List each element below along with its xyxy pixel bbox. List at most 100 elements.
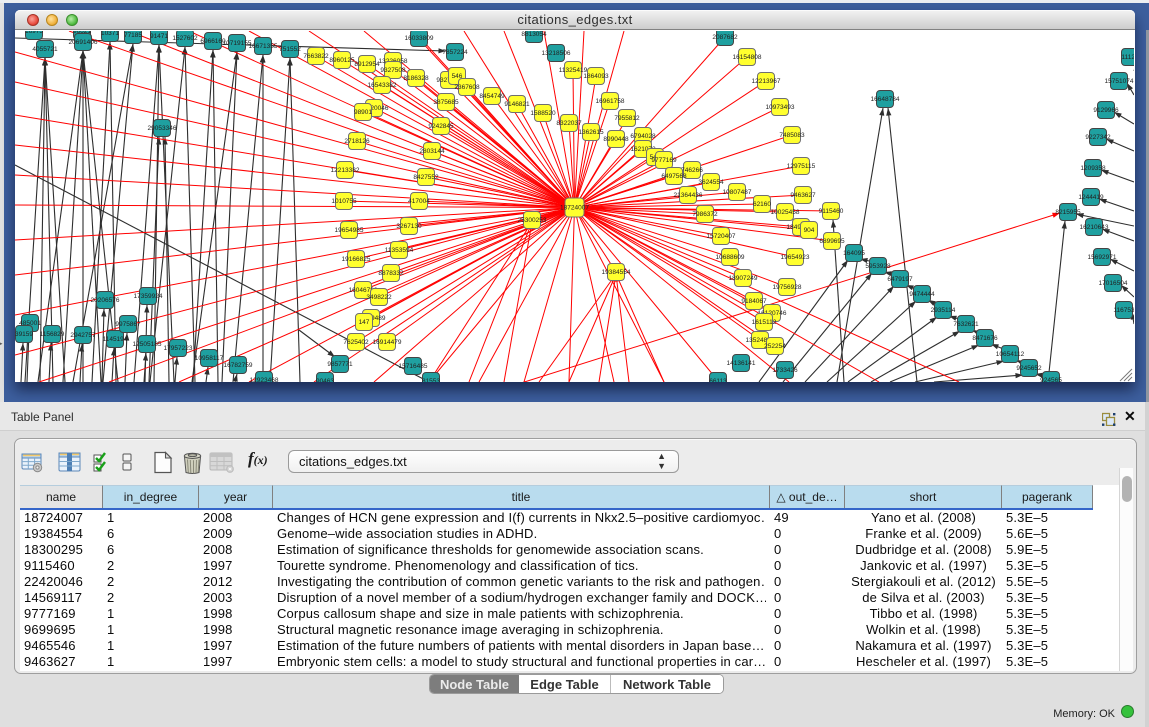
svg-text:10654112: 10654112 <box>996 351 1025 358</box>
svg-text:19166825: 19166825 <box>342 256 371 263</box>
svg-text:16648784: 16648784 <box>871 96 900 103</box>
svg-text:17359924: 17359924 <box>134 293 163 300</box>
svg-text:5953928: 5953928 <box>865 263 891 270</box>
svg-text:12213967: 12213967 <box>752 78 781 85</box>
svg-text:8186328: 8186328 <box>403 75 429 82</box>
svg-text:10807487: 10807487 <box>723 189 752 196</box>
svg-text:10958117: 10958117 <box>195 355 224 362</box>
svg-text:9857771: 9857771 <box>327 361 353 368</box>
svg-text:6794028: 6794028 <box>630 133 656 140</box>
svg-text:8454749: 8454749 <box>479 93 505 100</box>
svg-text:16210643: 16210643 <box>1080 224 1109 231</box>
svg-text:8813054: 8813054 <box>521 31 547 38</box>
svg-text:62160: 62160 <box>753 201 771 208</box>
svg-text:9474444: 9474444 <box>909 291 935 298</box>
svg-text:9777169: 9777169 <box>651 157 677 164</box>
svg-text:3498222: 3498222 <box>366 294 392 301</box>
svg-text:1588520: 1588520 <box>530 110 556 117</box>
svg-text:116753: 116753 <box>1113 307 1134 314</box>
svg-text:1145194: 1145194 <box>103 336 128 343</box>
svg-text:16961758: 16961758 <box>596 98 625 105</box>
svg-text:16914479: 16914479 <box>373 339 402 346</box>
svg-text:20691406: 20691406 <box>69 39 98 46</box>
svg-text:9115460: 9115460 <box>819 208 844 215</box>
svg-text:91471: 91471 <box>150 33 168 40</box>
svg-text:7857224: 7857224 <box>442 49 468 56</box>
svg-text:16671355: 16671355 <box>249 43 278 50</box>
svg-text:1244419: 1244419 <box>1078 194 1104 201</box>
svg-text:15720407: 15720407 <box>707 233 736 240</box>
svg-text:16154808: 16154808 <box>733 54 762 61</box>
svg-text:9146821: 9146821 <box>504 101 530 108</box>
svg-text:7625402: 7625402 <box>343 339 369 346</box>
svg-text:11125: 11125 <box>1121 54 1134 61</box>
svg-text:25300253: 25300253 <box>518 217 547 224</box>
svg-text:29053346: 29053346 <box>148 125 177 132</box>
svg-text:1527602: 1527602 <box>172 35 198 42</box>
svg-text:10688609: 10688609 <box>716 254 745 261</box>
svg-text:9327508: 9327508 <box>380 67 406 74</box>
svg-text:2935114: 2935114 <box>931 307 956 314</box>
svg-text:924565: 924565 <box>1040 377 1062 382</box>
svg-text:1864093: 1864093 <box>583 73 609 80</box>
svg-text:164095: 164095 <box>843 250 865 257</box>
svg-text:2718126: 2718126 <box>344 138 370 145</box>
svg-text:8471676: 8471676 <box>972 335 998 342</box>
svg-text:2803144: 2803144 <box>419 148 445 155</box>
svg-text:66113: 66113 <box>709 378 727 382</box>
svg-text:19756928: 19756928 <box>773 284 802 291</box>
svg-text:15751074: 15751074 <box>1105 78 1134 85</box>
svg-text:77185: 77185 <box>124 32 142 39</box>
svg-text:9129966: 9129966 <box>1093 107 1119 114</box>
svg-text:18907249: 18907249 <box>729 275 758 282</box>
svg-text:2367608: 2367608 <box>454 84 480 91</box>
svg-text:10025458: 10025458 <box>771 209 800 216</box>
svg-text:1733426: 1733426 <box>772 367 798 374</box>
svg-text:7485083: 7485083 <box>779 132 805 139</box>
svg-text:18724007: 18724007 <box>560 205 589 212</box>
svg-text:751552: 751552 <box>279 46 301 53</box>
svg-text:9227342: 9227342 <box>1085 134 1111 141</box>
svg-text:12505185: 12505185 <box>133 341 162 348</box>
svg-text:8215955: 8215955 <box>1055 209 1081 216</box>
svg-text:1156829: 1156829 <box>40 331 65 338</box>
svg-text:6899695: 6899695 <box>819 238 845 245</box>
svg-text:15692971: 15692971 <box>1088 254 1117 261</box>
svg-text:8322037: 8322037 <box>556 120 582 127</box>
svg-text:39159: 39159 <box>15 331 33 338</box>
svg-text:2087682: 2087682 <box>712 34 738 41</box>
svg-text:9184067: 9184067 <box>741 298 767 305</box>
svg-text:10973493: 10973493 <box>766 104 795 111</box>
svg-text:252254: 252254 <box>764 343 786 350</box>
svg-text:6497568: 6497568 <box>661 173 687 180</box>
svg-text:14136141: 14136141 <box>727 360 756 367</box>
svg-text:2942757: 2942757 <box>70 332 96 339</box>
svg-text:1010755: 1010755 <box>331 198 357 205</box>
svg-text:10371: 10371 <box>101 31 119 37</box>
svg-text:9245652: 9245652 <box>1016 365 1042 372</box>
svg-text:9463627: 9463627 <box>790 192 816 199</box>
svg-text:17016504: 17016504 <box>1099 280 1128 287</box>
svg-text:7632621: 7632621 <box>953 321 979 328</box>
svg-text:9242845: 9242845 <box>428 123 454 130</box>
svg-text:21364436: 21364436 <box>674 192 703 199</box>
svg-text:17957223: 17957223 <box>164 345 193 352</box>
svg-text:12923468: 12923468 <box>250 377 279 382</box>
svg-text:417004: 417004 <box>408 198 430 205</box>
svg-text:16975: 16975 <box>25 31 43 35</box>
svg-text:16543382: 16543382 <box>368 82 397 89</box>
svg-text:904: 904 <box>804 227 815 234</box>
svg-text:90463: 90463 <box>316 378 334 382</box>
svg-text:7986372: 7986372 <box>692 211 718 218</box>
svg-text:8960125: 8960125 <box>329 57 355 64</box>
svg-text:3875685: 3875685 <box>433 99 459 106</box>
svg-text:16033809: 16033809 <box>405 35 434 42</box>
svg-text:98901: 98901 <box>354 109 372 116</box>
svg-text:81553: 81553 <box>422 378 440 382</box>
svg-text:16782759: 16782759 <box>224 362 253 369</box>
svg-text:8427552: 8427552 <box>413 174 439 181</box>
svg-text:6479197: 6479197 <box>887 276 913 283</box>
svg-text:7955812: 7955812 <box>614 115 640 122</box>
svg-text:1209358: 1209358 <box>1080 165 1106 172</box>
svg-text:8912954: 8912954 <box>354 61 380 68</box>
